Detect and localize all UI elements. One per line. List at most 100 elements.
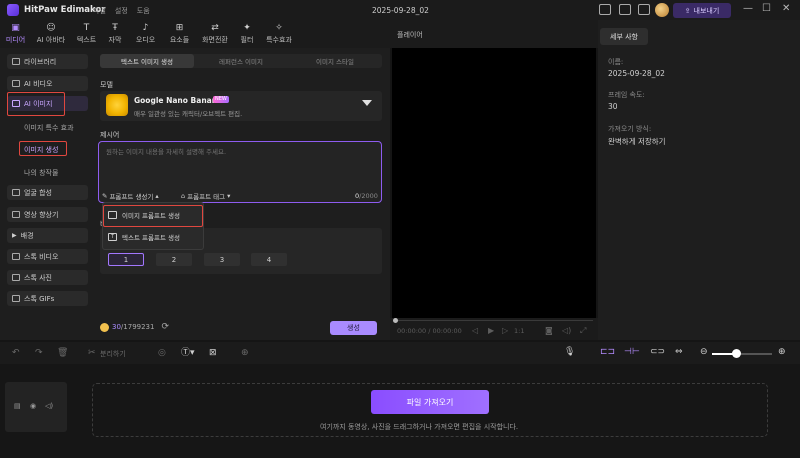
link-icon[interactable]: ⊣⊢ (624, 347, 640, 357)
fullscreen-icon[interactable]: ⤢ (580, 326, 586, 336)
scissors-icon[interactable]: ✂ (88, 348, 96, 358)
highlight-image-generate (19, 141, 67, 156)
add-layer-icon[interactable]: ⊕ (241, 348, 249, 358)
split-button[interactable]: 분리하기 (100, 349, 126, 359)
details-panel (598, 20, 800, 340)
prompt-tag-button[interactable]: ⌂ 프롬프트 태그 ▾ (181, 191, 230, 201)
tab-media[interactable]: ▣ 미디어 (0, 20, 31, 48)
tab-effects[interactable]: ✧ 특수효과 (260, 20, 298, 48)
filter-icon: ✦ (243, 22, 251, 33)
text-icon: T (108, 233, 117, 241)
eye-icon[interactable]: ◉ (30, 402, 36, 410)
unlink-icon[interactable]: ⊂⊃ (650, 347, 665, 357)
sidebar-item-library[interactable]: 라이브러리 (7, 54, 88, 69)
player-timecode: 00:00:00 / 00:00:00 (397, 327, 462, 335)
prompt-generator-button[interactable]: ✎ 프롬프트 생성기 ▴ (102, 191, 159, 201)
player-viewport[interactable] (392, 48, 596, 318)
tab-details[interactable]: 세부 사항 (600, 28, 648, 45)
sidebar-item-enhancer[interactable]: 영상 향상기 (7, 207, 88, 222)
sidebar-item-face-swap[interactable]: 얼굴 합성 (7, 185, 88, 200)
snap-icon[interactable]: ⊏⊐ (600, 347, 615, 357)
chevron-down-icon[interactable] (362, 100, 372, 106)
tab-filter[interactable]: ✦ 필터 (234, 20, 260, 48)
zoom-in-icon[interactable]: ⊕ (778, 347, 786, 357)
prompt-label: 제시어 (100, 131, 120, 139)
maximize-icon[interactable]: ☐ (762, 4, 771, 14)
crop-icon[interactable]: ⊠ (209, 348, 217, 358)
sidebar-item-background[interactable]: ▶ 배경 (7, 228, 88, 243)
subtab-text-to-image[interactable]: 텍스트 이미지 생성 (100, 54, 194, 68)
menu-bar: 파일 설정 도움 (93, 6, 150, 16)
zoom-out-icon[interactable]: ⊖ (700, 347, 708, 357)
player-seekbar[interactable] (395, 320, 593, 321)
tab-audio[interactable]: ♪ 오디오 (128, 20, 163, 48)
sidebar-item-stock-photo[interactable]: 스톡 사진 (7, 270, 88, 285)
minimize-icon[interactable]: — (743, 4, 753, 14)
player-title: 플레이어 (397, 31, 423, 39)
snapshot-icon[interactable]: ◙ (545, 326, 553, 335)
import-file-button[interactable]: 파일 가져오기 (371, 390, 489, 414)
ratio-option-2[interactable]: 2 (156, 253, 192, 266)
ratio-option-1[interactable]: 1 (108, 253, 144, 266)
prev-frame-icon[interactable]: ◁ (472, 326, 478, 335)
tab-transition[interactable]: ⇄ 화면전환 (196, 20, 234, 48)
redo-icon[interactable]: ↷ (35, 348, 43, 358)
model-label: 모델 (100, 81, 113, 89)
drop-hint: 여기까지 동영상, 사진을 드래그하거나 가져오면 편집을 시작합니다. (320, 423, 519, 431)
zoom-slider-knob[interactable] (732, 349, 741, 358)
caret-up-icon: ▴ (155, 192, 159, 200)
close-icon[interactable]: ✕ (782, 4, 790, 14)
tab-ai-avatar[interactable]: ☺ AI 아바타 (31, 20, 71, 48)
sidebar-item-ai-video[interactable]: AI 비디오 (7, 76, 88, 91)
ratio-option-3[interactable]: 3 (204, 253, 240, 266)
user-avatar[interactable] (655, 3, 669, 17)
main-toolbar: ▣ 미디어 ☺ AI 아바타 T 텍스트 Ŧ 자막 ♪ 오디오 ⊞ 요소들 ⇄ 화면전환 ✦ 필… (0, 20, 390, 48)
sidebar-sub-my-creations[interactable]: 나의 창작물 (24, 168, 58, 178)
highlight-image-prompt (103, 205, 203, 227)
layout-icon[interactable] (599, 4, 611, 15)
tag-icon: ⌂ (181, 192, 186, 200)
sidebar-item-stock-gifs[interactable]: 스톡 GIFs (7, 291, 88, 306)
volume-icon[interactable]: ◁) (562, 326, 571, 335)
menu-file[interactable]: 파일 (93, 6, 106, 16)
model-description: 매우 일관성 있는 캐릭터/오브젝트 편집. (134, 110, 243, 118)
play-icon[interactable]: ▶ (488, 326, 494, 335)
feedback-icon[interactable] (619, 4, 631, 15)
refresh-icon[interactable]: ⟳ (161, 322, 169, 332)
subtab-image-style[interactable]: 이미지 스타일 (288, 54, 382, 68)
tab-text[interactable]: T 텍스트 (71, 20, 102, 48)
sidebar-sub-image-effects[interactable]: 이미지 특수 효과 (24, 123, 74, 133)
menu-item-text-prompt[interactable]: T 텍스트 프롬프트 생성 (108, 228, 180, 246)
track-video-icon[interactable]: ▤ (14, 402, 21, 410)
speaker-icon[interactable]: ◁) (45, 402, 53, 410)
transition-icon: ⇄ (211, 22, 219, 33)
marker-icon[interactable]: ◎ (158, 348, 166, 358)
sidebar-item-stock-video[interactable]: 스톡 비디오 (7, 249, 88, 264)
microphone-icon[interactable]: 🎙 (564, 347, 575, 357)
name-label: 이름: (608, 58, 624, 66)
coin-icon (100, 322, 109, 332)
export-button[interactable]: ⇪ 내보내기 (673, 3, 731, 18)
elements-icon: ⊞ (175, 22, 184, 33)
app-logo (7, 4, 19, 16)
tab-elements[interactable]: ⊞ 요소들 (163, 20, 196, 48)
char-counter: 0/2000 (355, 192, 378, 200)
avatar-icon: ☺ (46, 22, 56, 33)
tab-subtitle[interactable]: Ŧ 자막 (102, 20, 128, 48)
menu-help[interactable]: 도움 (137, 6, 150, 16)
generate-button[interactable]: 생성 (330, 321, 377, 335)
subtab-reference-image[interactable]: 레퍼런스 이미지 (194, 54, 288, 68)
undo-icon[interactable]: ↶ (12, 348, 20, 358)
ratio-option-4[interactable]: 4 (251, 253, 287, 266)
model-banana-thumbnail (106, 94, 128, 116)
delete-icon[interactable]: 🗑 (57, 348, 68, 358)
menu-settings[interactable]: 설정 (115, 6, 128, 16)
text-tool-icon[interactable]: Ⓣ▾ (181, 348, 195, 358)
fit-timeline-icon[interactable]: ⇔ (675, 347, 683, 357)
photo-icon (12, 274, 20, 281)
next-frame-icon[interactable]: ▷ (502, 326, 508, 335)
subtitle-icon: Ŧ (112, 22, 118, 33)
seek-knob[interactable] (393, 318, 398, 323)
player-speed[interactable]: 1:1 (514, 327, 524, 335)
cart-icon[interactable] (638, 4, 650, 15)
